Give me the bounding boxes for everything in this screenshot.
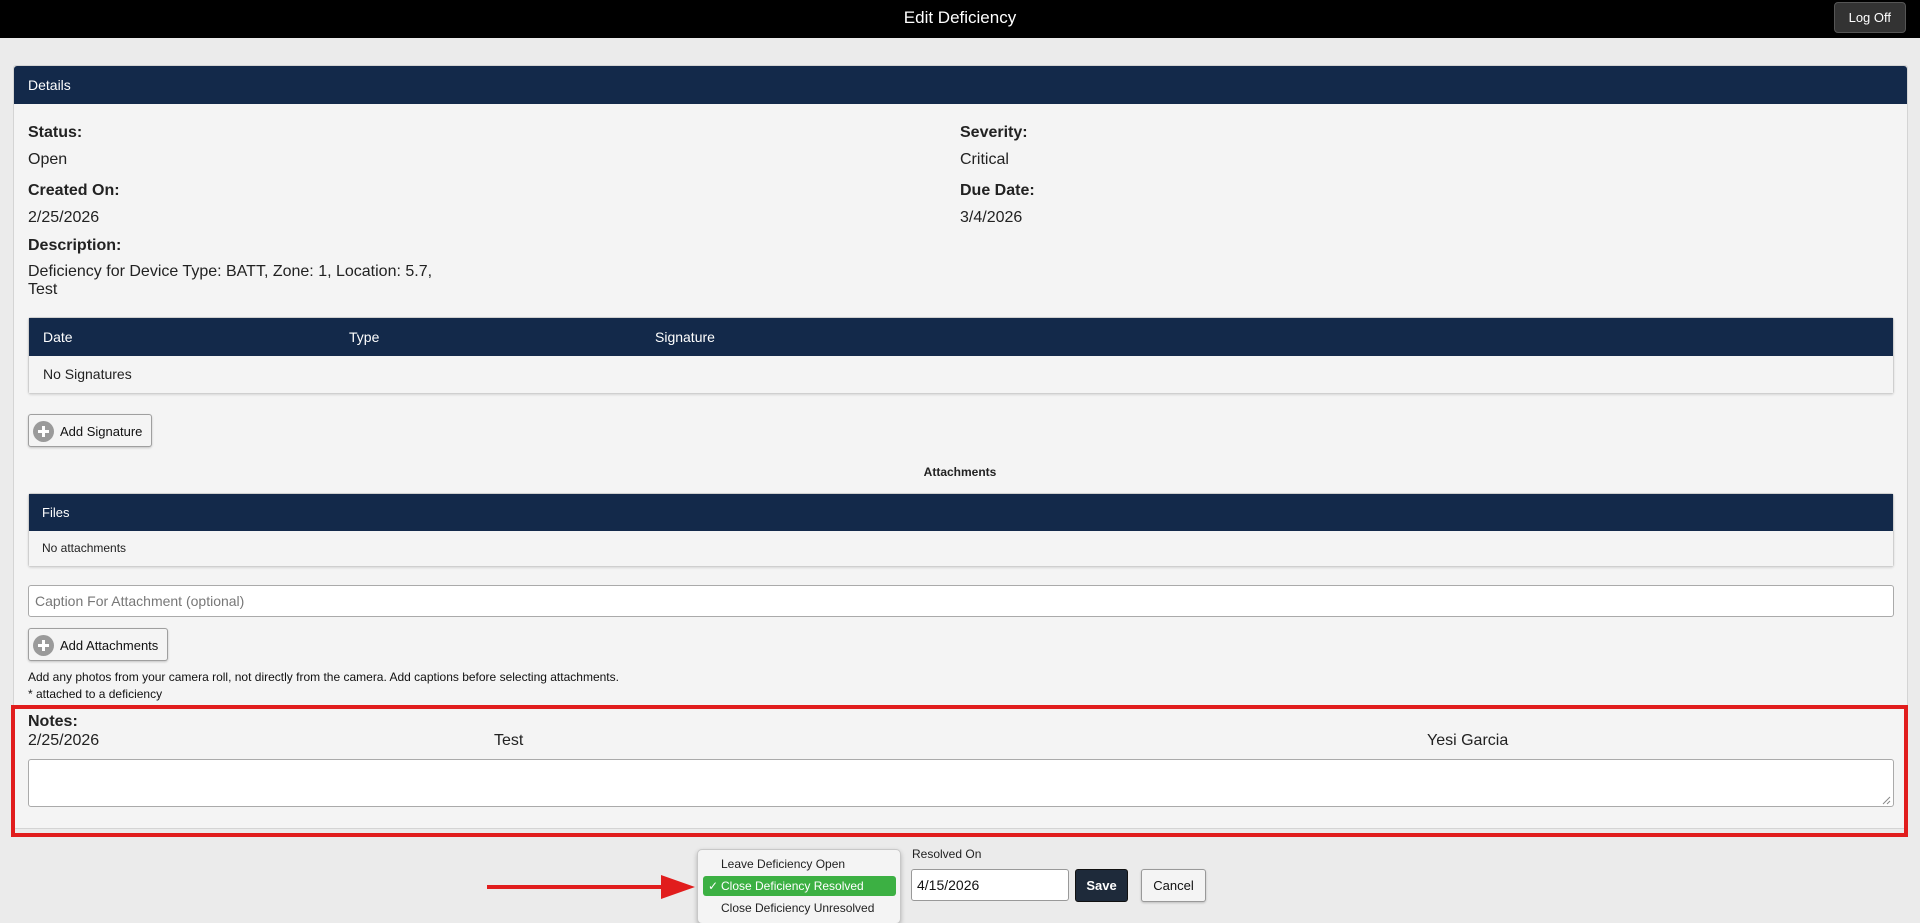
resolution-dropdown[interactable]: Leave Deficiency Open ✓ Close Deficiency… <box>697 849 901 923</box>
notes-label: Notes: <box>28 713 78 730</box>
arrow-right-icon <box>487 875 695 899</box>
column-header-signature[interactable]: Signature <box>655 318 715 356</box>
attachments-header-row: Files <box>29 494 1893 531</box>
status-label: Status: <box>28 124 83 141</box>
save-button[interactable]: Save <box>1075 869 1128 902</box>
attachments-footnote: * attached to a deficiency <box>28 687 163 701</box>
column-header-date[interactable]: Date <box>43 318 73 356</box>
add-attachments-label: Add Attachments <box>60 638 159 653</box>
dropdown-option-close-unresolved[interactable]: Close Deficiency Unresolved <box>703 898 896 918</box>
attachments-table: Files No attachments <box>28 493 1894 567</box>
description-value: Deficiency for Device Type: BATT, Zone: … <box>28 263 458 299</box>
description-line: Deficiency for Device Type: BATT, Zone: … <box>28 263 433 280</box>
log-off-button[interactable]: Log Off <box>1833 2 1906 33</box>
attachments-title: Attachments <box>923 465 997 479</box>
option-label: Close Deficiency Resolved <box>721 879 864 893</box>
table-row: No Signatures <box>29 356 1893 393</box>
resolved-on-label: Resolved On <box>912 847 982 861</box>
empty-signatures-text: No Signatures <box>43 366 132 382</box>
add-signature-label: Add Signature <box>60 424 143 439</box>
column-header-files[interactable]: Files <box>42 494 69 531</box>
status-value: Open <box>28 151 68 168</box>
page-title: Edit Deficiency <box>903 8 1017 27</box>
due-date-label: Due Date: <box>960 182 1035 199</box>
plus-circle-icon <box>33 635 54 656</box>
attachment-caption-input[interactable] <box>28 585 1894 617</box>
details-panel-title: Details <box>14 66 1907 104</box>
option-label: Close Deficiency Unresolved <box>721 901 875 915</box>
resize-grip-icon[interactable] <box>1882 796 1891 805</box>
signatures-table: Date Type Signature No Signatures <box>28 317 1894 394</box>
notes-textarea[interactable] <box>28 759 1894 807</box>
plus-circle-icon <box>33 421 54 442</box>
description-line: Test <box>28 281 58 298</box>
due-date-value: 3/4/2026 <box>960 209 1023 226</box>
checkmark-icon: ✓ <box>708 879 719 893</box>
note-date: 2/25/2026 <box>28 732 100 749</box>
add-attachments-button[interactable]: Add Attachments <box>28 628 168 661</box>
dropdown-option-leave-open[interactable]: Leave Deficiency Open <box>703 854 896 874</box>
created-on-value: 2/25/2026 <box>28 209 100 226</box>
description-label: Description: <box>28 237 122 254</box>
created-on-label: Created On: <box>28 182 120 199</box>
dropdown-option-close-resolved[interactable]: ✓ Close Deficiency Resolved <box>703 876 896 896</box>
attachments-help-text: Add any photos from your camera roll, no… <box>28 670 619 684</box>
table-row: No attachments <box>29 531 1893 566</box>
severity-value: Critical <box>960 151 1009 168</box>
note-author: Yesi Garcia <box>1427 732 1509 749</box>
cancel-button[interactable]: Cancel <box>1141 869 1206 902</box>
severity-label: Severity: <box>960 124 1028 141</box>
note-text: Test <box>494 732 524 749</box>
add-signature-button[interactable]: Add Signature <box>28 414 152 447</box>
signatures-header-row: Date Type Signature <box>29 318 1893 356</box>
resolved-on-date-input[interactable] <box>911 869 1069 901</box>
empty-attachments-text: No attachments <box>42 541 127 555</box>
option-label: Leave Deficiency Open <box>721 857 846 871</box>
column-header-type[interactable]: Type <box>349 318 379 356</box>
app-header: Edit Deficiency Log Off <box>0 0 1920 38</box>
